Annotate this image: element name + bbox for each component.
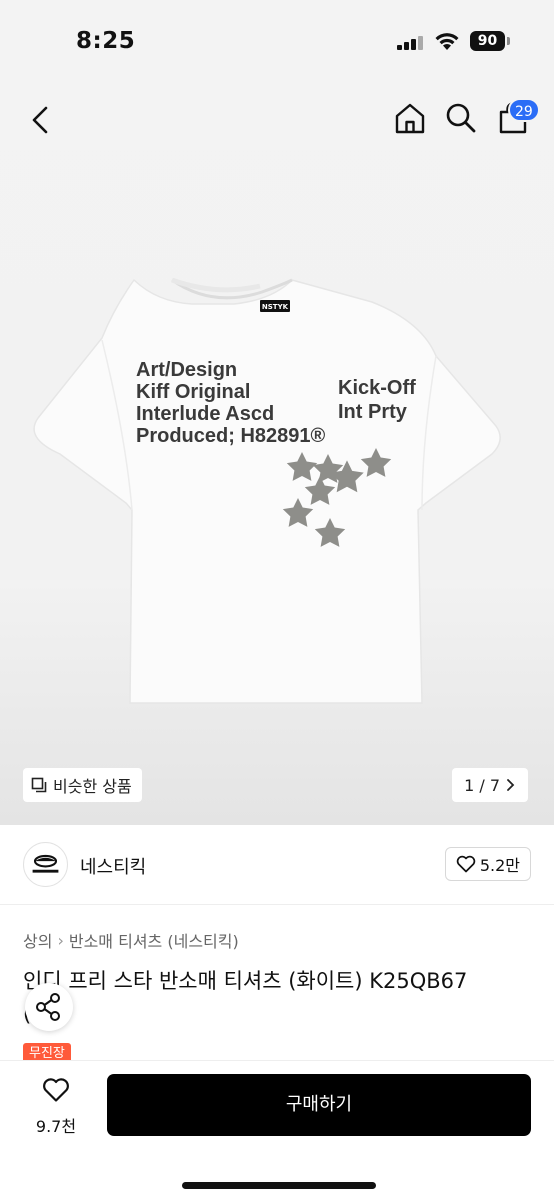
similar-products-button[interactable]: 비슷한 상품	[23, 768, 142, 802]
chevron-right-icon: ›	[57, 930, 64, 950]
product-image-area[interactable]: 8:25 90 29 NSTYK Art/Design Kiff Origina…	[0, 0, 554, 825]
status-bar: 8:25 90	[0, 0, 554, 80]
cart-count-badge: 29	[508, 98, 540, 122]
battery-cap	[507, 37, 510, 45]
print-line-1: Art/Design	[136, 359, 237, 381]
product-title: 인디 프리 스타 반소매 티셔츠 (화이트) K25QB67	[23, 969, 468, 993]
breadcrumb-item-subcategory[interactable]: 반소매 티셔츠 (네스티킥)	[69, 928, 239, 952]
wishlist-count: 9.7천	[35, 1117, 77, 1136]
neck-label-text: NSTYK	[262, 303, 289, 311]
similar-products-label: 비슷한 상품	[53, 777, 132, 796]
heart-icon	[456, 855, 476, 873]
share-icon	[36, 993, 60, 1021]
share-button[interactable]	[25, 983, 73, 1031]
cellular-signal-icon	[397, 36, 423, 50]
wishlist-button[interactable]: 9.7천	[20, 1075, 92, 1141]
image-page-indicator[interactable]: 1 / 7	[452, 768, 528, 802]
buy-button[interactable]: 구매하기	[107, 1074, 531, 1136]
print-line-3: Interlude Ascd	[136, 403, 274, 425]
chevron-right-icon	[507, 779, 515, 791]
back-icon[interactable]	[26, 103, 56, 137]
breadcrumb-item-category[interactable]: 상의	[23, 928, 52, 952]
search-icon[interactable]	[444, 101, 478, 135]
wifi-icon	[435, 33, 459, 50]
brand-like-button[interactable]: 5.2만	[444, 847, 531, 881]
print-right-2: Int Prty	[338, 401, 408, 423]
home-indicator[interactable]	[182, 1182, 376, 1189]
page-indicator-text: 1 / 7	[464, 775, 500, 795]
brand-row[interactable]: 네스티킥 5.2만	[0, 825, 554, 905]
print-line-2: Kiff Original	[136, 381, 250, 403]
product-photo-tshirt[interactable]: NSTYK Art/Design Kiff Original Interlude…	[22, 278, 532, 708]
bottom-action-bar: 9.7천 구매하기	[0, 1060, 554, 1200]
brand-name[interactable]: 네스티킥	[80, 853, 146, 879]
tshirt-body	[33, 278, 501, 704]
print-right-1: Kick-Off	[338, 377, 416, 399]
battery-indicator: 90	[470, 31, 505, 51]
breadcrumb: 상의 › 반소매 티셔츠 (네스티킥)	[23, 928, 239, 952]
copy-icon	[31, 777, 47, 793]
brand-logo[interactable]	[23, 842, 68, 887]
home-icon[interactable]	[393, 101, 427, 135]
status-time: 8:25	[76, 28, 136, 54]
print-line-4: Produced; H82891®	[136, 425, 326, 447]
heart-icon	[43, 1078, 69, 1102]
brand-like-count: 5.2만	[479, 856, 520, 875]
top-navigation: 29	[0, 95, 554, 147]
